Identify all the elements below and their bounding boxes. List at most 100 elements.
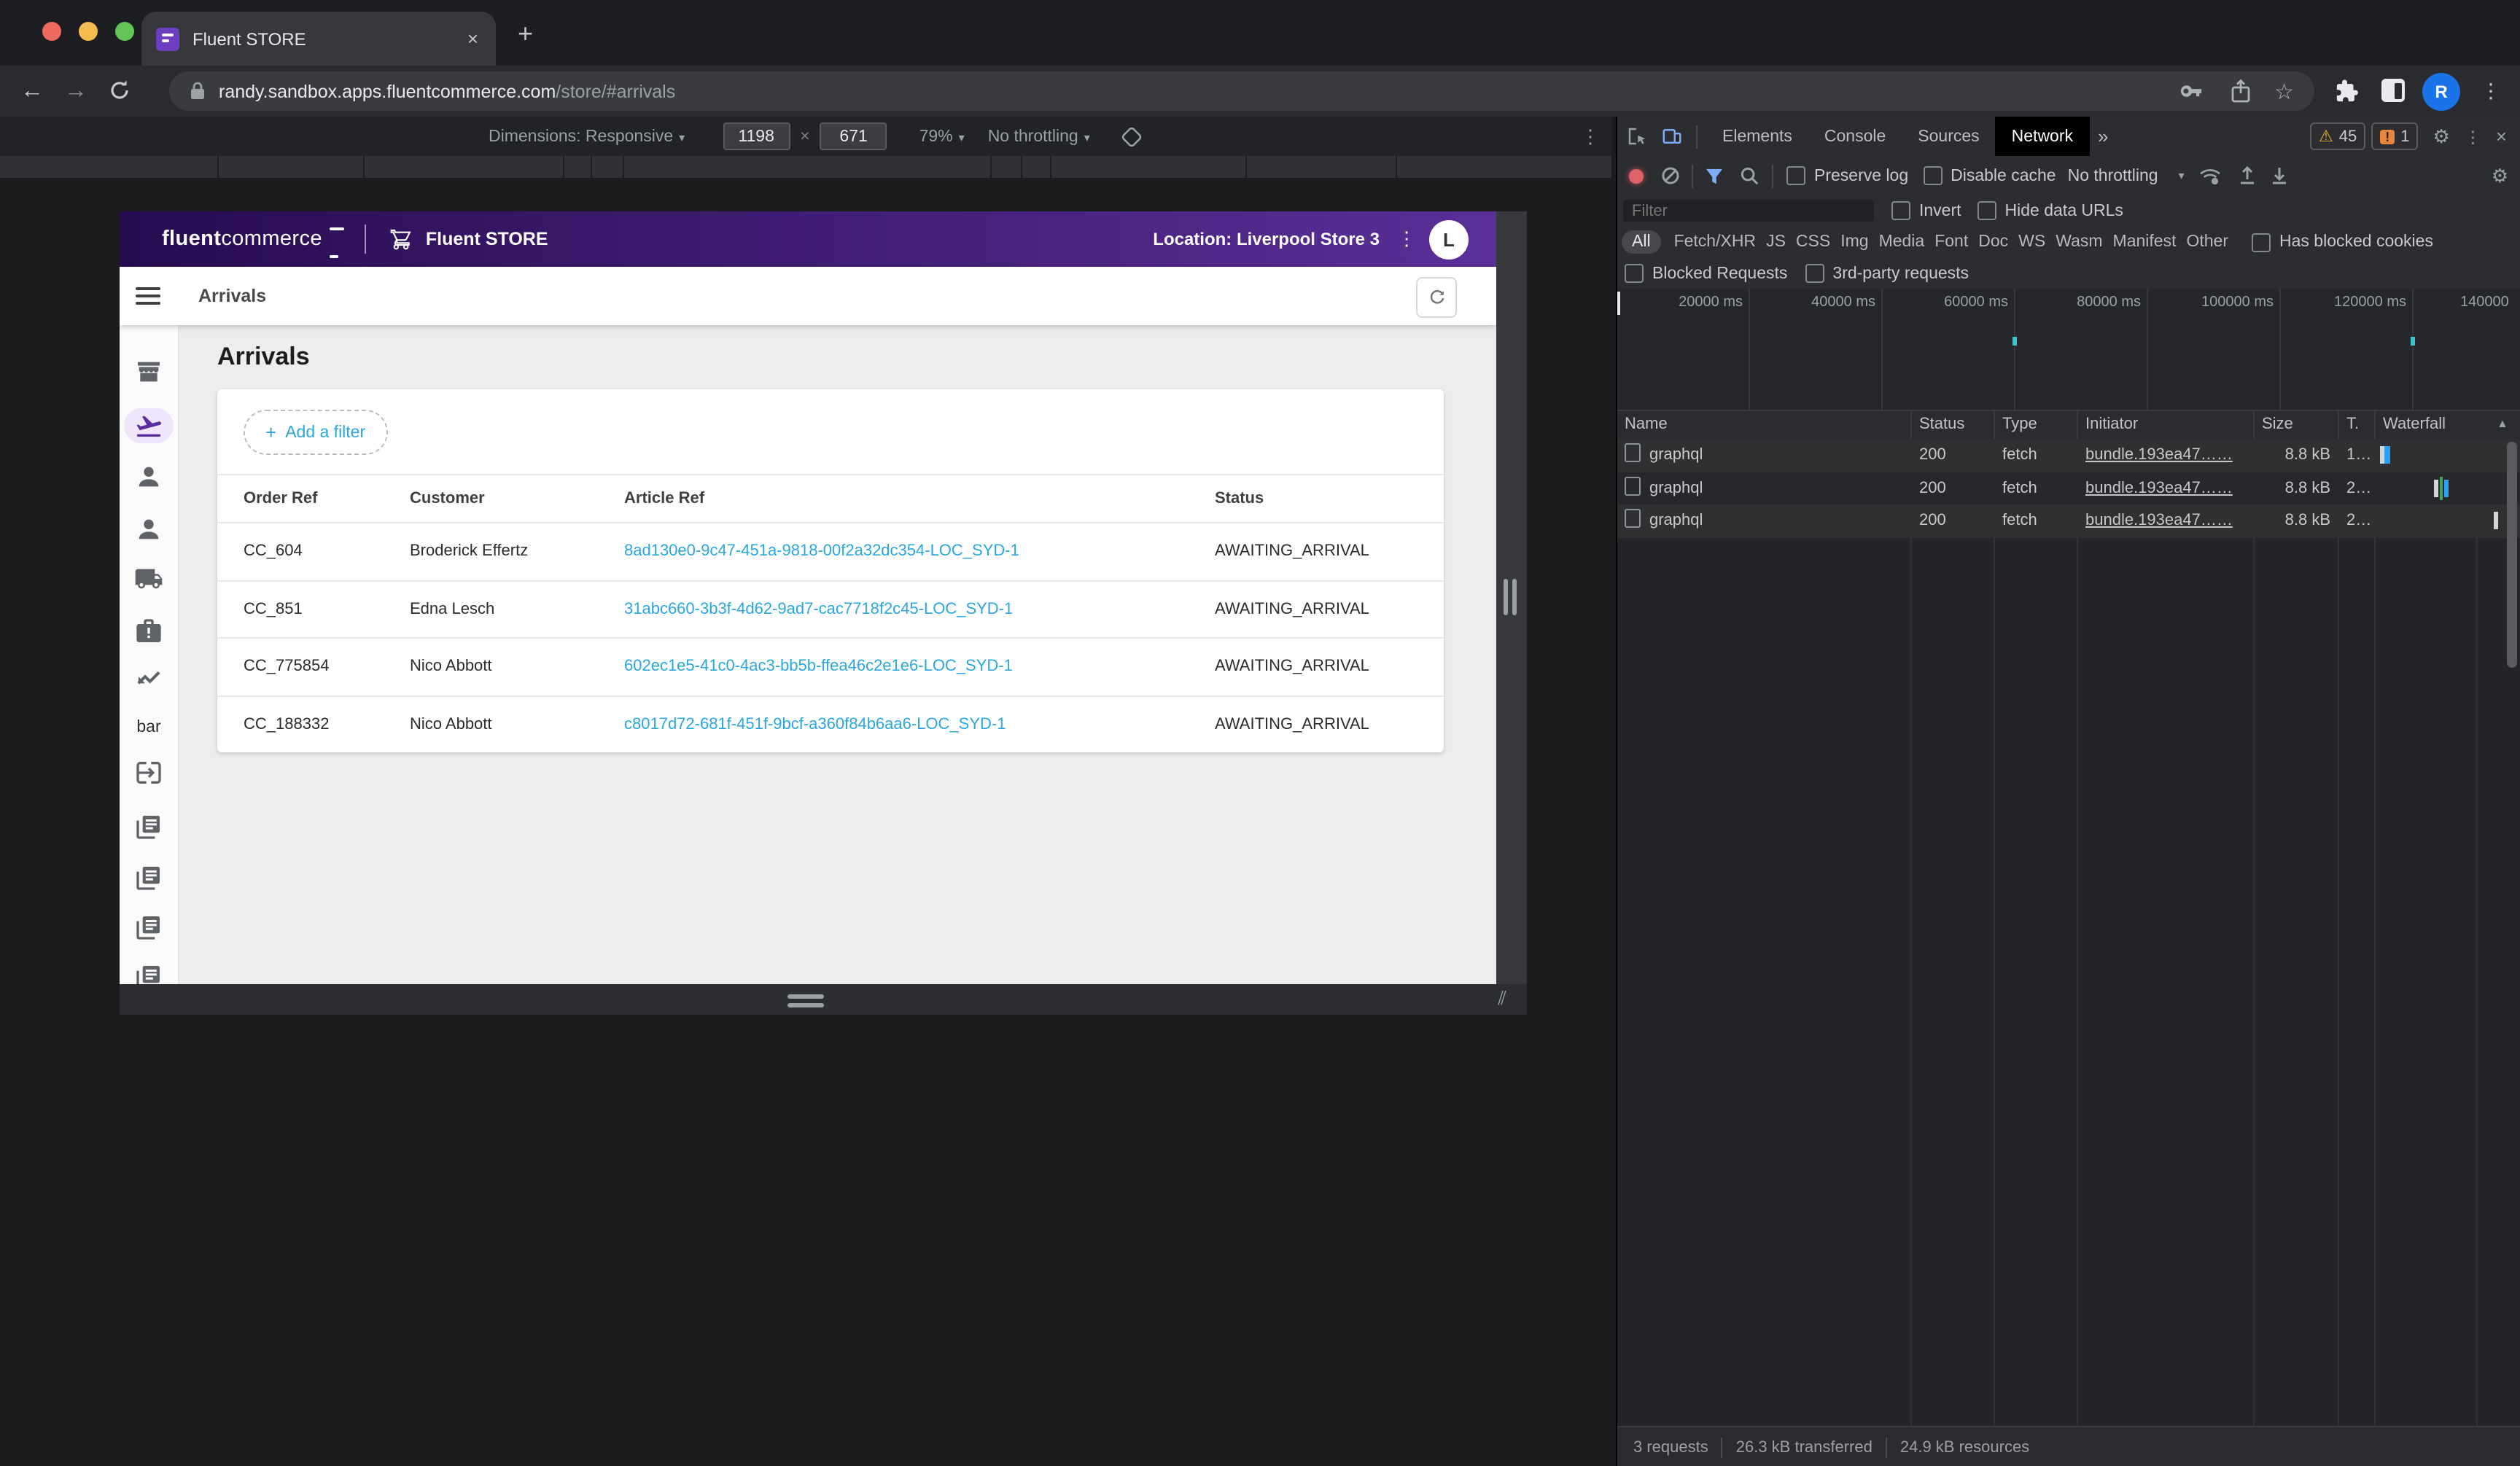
- article-ref-link[interactable]: 602ec1e5-41c0-4ac3-bb5b-ffea46c2e1e6-LOC…: [624, 658, 1013, 676]
- chip-img[interactable]: Img: [1840, 233, 1868, 251]
- network-conditions-icon[interactable]: [2199, 167, 2221, 184]
- article-ref-link[interactable]: 31abc660-3b3f-4d62-9ad7-cac7718f2c45-LOC…: [624, 601, 1013, 618]
- sidebar-item-tasks[interactable]: [134, 617, 163, 646]
- chip-all[interactable]: All: [1622, 230, 1661, 254]
- request-initiator-link[interactable]: bundle.193ea47……: [2085, 472, 2233, 504]
- sidebar-item-pages-4[interactable]: [134, 962, 163, 984]
- tab-sources[interactable]: Sources: [1902, 117, 1995, 156]
- tab-network[interactable]: Network: [1995, 117, 2090, 156]
- device-toolbar-toggle-icon[interactable]: [1661, 125, 1683, 147]
- zoom-select[interactable]: 79% ▾: [919, 128, 965, 145]
- network-overview-timeline[interactable]: 20000 ms 40000 ms 60000 ms 80000 ms 1000…: [1617, 289, 2520, 411]
- media-query-bar[interactable]: [0, 156, 1611, 178]
- table-row[interactable]: CC_604 Broderick Effertz 8ad130e0-9c47-4…: [217, 522, 1444, 580]
- col-waterfall[interactable]: Waterfall: [2383, 411, 2446, 437]
- request-initiator-link[interactable]: bundle.193ea47……: [2085, 439, 2233, 472]
- chip-wasm[interactable]: Wasm: [2056, 233, 2102, 251]
- omnibox[interactable]: randy.sandbox.apps.fluentcommerce.com/st…: [169, 71, 2314, 111]
- device-toolbar-kebab-icon[interactable]: ⋮: [1581, 125, 1600, 148]
- side-panel-icon[interactable]: [2381, 79, 2405, 102]
- viewport-height-input[interactable]: [820, 122, 887, 150]
- sidebar-item-bar[interactable]: bar: [120, 719, 178, 736]
- waterfall-scrollbar[interactable]: [2507, 442, 2517, 668]
- menu-hamburger-icon[interactable]: [136, 282, 160, 309]
- chip-ws[interactable]: WS: [2018, 233, 2045, 251]
- request-row[interactable]: graphql 200 fetch bundle.193ea47…… 8.8 k…: [1617, 439, 2520, 472]
- window-zoom-button[interactable]: [115, 22, 134, 41]
- throttling-select[interactable]: No throttling ▾: [988, 128, 1090, 145]
- rotate-viewport-icon[interactable]: [1122, 126, 1143, 147]
- col-name[interactable]: Name: [1625, 411, 1668, 437]
- chip-css[interactable]: CSS: [1796, 233, 1830, 251]
- devtools-close-icon[interactable]: ×: [2496, 125, 2507, 147]
- new-tab-button[interactable]: +: [518, 20, 533, 47]
- window-minimize-button[interactable]: [79, 22, 98, 41]
- chip-font[interactable]: Font: [1934, 233, 1968, 251]
- col-time[interactable]: T.: [2346, 411, 2359, 437]
- chip-media[interactable]: Media: [1879, 233, 1925, 251]
- col-type[interactable]: Type: [2002, 411, 2037, 437]
- hide-data-urls-checkbox[interactable]: [1977, 201, 1996, 220]
- table-row[interactable]: CC_775854 Nico Abbott 602ec1e5-41c0-4ac3…: [217, 637, 1444, 695]
- preserve-log-checkbox[interactable]: [1786, 166, 1805, 185]
- clear-icon[interactable]: [1661, 166, 1680, 185]
- chip-other[interactable]: Other: [2186, 233, 2228, 251]
- tab-close-icon[interactable]: ×: [467, 28, 478, 50]
- request-row[interactable]: graphql 200 fetch bundle.193ea47…… 8.8 k…: [1617, 504, 2520, 537]
- browser-tab[interactable]: Fluent STORE ×: [141, 12, 496, 66]
- col-status[interactable]: Status: [1919, 411, 1964, 437]
- disable-cache-checkbox[interactable]: [1923, 166, 1942, 185]
- add-filter-button[interactable]: + Add a filter: [244, 410, 388, 455]
- devtools-kebab-icon[interactable]: ⋮: [2465, 126, 2481, 147]
- filter-funnel-icon[interactable]: [1705, 167, 1724, 184]
- table-row[interactable]: CC_851 Edna Lesch 31abc660-3b3f-4d62-9ad…: [217, 580, 1444, 637]
- sidebar-item-customer-2[interactable]: [134, 515, 163, 544]
- devtools-settings-gear-icon[interactable]: ⚙: [2433, 125, 2450, 148]
- warnings-badge[interactable]: ⚠ 45: [2310, 122, 2366, 150]
- browser-menu-kebab-icon[interactable]: ⋮: [2481, 79, 2501, 104]
- invert-checkbox[interactable]: [1891, 201, 1910, 220]
- col-size[interactable]: Size: [2262, 411, 2293, 437]
- user-avatar[interactable]: L: [1429, 219, 1469, 259]
- network-settings-gear-icon[interactable]: ⚙: [2492, 164, 2508, 187]
- network-throttling-select[interactable]: No throttling: [2068, 167, 2158, 184]
- dimensions-select[interactable]: Dimensions: Responsive ▾: [489, 128, 685, 145]
- sidebar-item-pages-3[interactable]: [134, 913, 163, 942]
- article-ref-link[interactable]: 8ad130e0-9c47-451a-9818-00f2a32dc354-LOC…: [624, 543, 1019, 561]
- table-row[interactable]: CC_188332 Nico Abbott c8017d72-681f-451f…: [217, 695, 1444, 752]
- chip-js[interactable]: JS: [1766, 233, 1786, 251]
- forward-icon[interactable]: →: [64, 79, 88, 105]
- search-icon[interactable]: [1740, 166, 1759, 185]
- request-row[interactable]: graphql 200 fetch bundle.193ea47…… 8.8 k…: [1617, 472, 2520, 504]
- viewport-width-input[interactable]: [723, 122, 790, 150]
- refresh-button[interactable]: [1416, 277, 1457, 318]
- more-tabs-icon[interactable]: »: [2089, 117, 2117, 156]
- article-ref-link[interactable]: c8017d72-681f-451f-9bcf-a360f84b6aa6-LOC…: [624, 716, 1006, 733]
- window-close-button[interactable]: [42, 22, 61, 41]
- profile-avatar[interactable]: R: [2422, 73, 2460, 111]
- inspect-cursor-icon[interactable]: [1626, 125, 1648, 147]
- corner-resize-icon[interactable]: ⫽: [1498, 987, 1506, 1010]
- sort-asc-icon[interactable]: ▲: [2497, 411, 2508, 437]
- record-icon[interactable]: [1629, 168, 1644, 183]
- sidebar-item-login[interactable]: [134, 758, 163, 787]
- sidebar-item-pages-2[interactable]: [134, 863, 163, 892]
- import-har-icon[interactable]: [2239, 166, 2256, 185]
- header-kebab-icon[interactable]: ⋮: [1397, 227, 1416, 251]
- chip-doc[interactable]: Doc: [1978, 233, 2008, 251]
- chip-manifest[interactable]: Manifest: [2113, 233, 2177, 251]
- export-har-icon[interactable]: [2271, 166, 2288, 185]
- viewport-resize-bottom[interactable]: ⫽: [120, 984, 1527, 1015]
- sidebar-item-shipping[interactable]: [134, 564, 163, 593]
- viewport-resize-right[interactable]: [1496, 211, 1527, 984]
- has-blocked-cookies-checkbox[interactable]: [2252, 233, 2271, 252]
- reload-icon[interactable]: [108, 79, 131, 102]
- col-initiator[interactable]: Initiator: [2085, 411, 2138, 437]
- request-initiator-link[interactable]: bundle.193ea47……: [2085, 504, 2233, 537]
- blocked-requests-checkbox[interactable]: [1625, 264, 1644, 283]
- tab-elements[interactable]: Elements: [1706, 117, 1808, 156]
- sidebar-item-reports[interactable]: [134, 666, 163, 695]
- tab-console[interactable]: Console: [1808, 117, 1902, 156]
- issues-badge[interactable]: ! 1: [2371, 122, 2419, 150]
- share-icon[interactable]: [2229, 79, 2251, 104]
